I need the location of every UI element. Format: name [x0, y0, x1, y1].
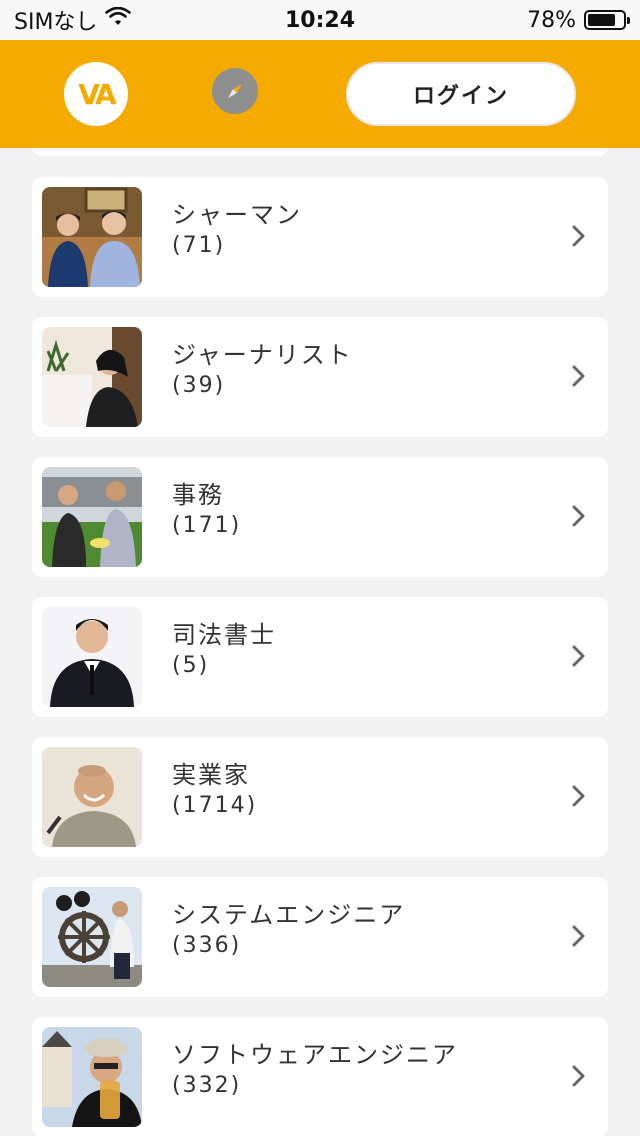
category-thumbnail: [42, 327, 142, 427]
category-thumbnail: [42, 747, 142, 847]
category-thumbnail: [42, 607, 142, 707]
category-thumbnail: [42, 467, 142, 567]
battery-fill: [588, 14, 615, 26]
category-card-3[interactable]: 司法書士 (5): [32, 597, 608, 717]
battery-nub: [627, 17, 630, 24]
chevron-right-icon: [572, 785, 585, 807]
wifi-icon: [105, 6, 132, 33]
category-count: (71): [172, 233, 226, 258]
status-left: SIMなし: [14, 4, 132, 36]
chevron-right-icon: [572, 1065, 585, 1087]
battery-icon: [584, 10, 630, 30]
category-name: 実業家: [172, 761, 250, 789]
category-thumbnail: [42, 187, 142, 287]
chevron-right-icon: [572, 505, 585, 527]
category-list: シャーマン (71) ジャーナリスト (39) 事務 (171) 司法書士 (5…: [0, 148, 640, 1136]
category-thumbnail: [42, 1027, 142, 1127]
status-right: 78%: [527, 7, 630, 33]
login-button[interactable]: ログイン: [346, 62, 576, 126]
category-count: (171): [172, 513, 242, 538]
chevron-right-icon: [572, 925, 585, 947]
category-card-2[interactable]: 事務 (171): [32, 457, 608, 577]
category-count: (39): [172, 373, 226, 398]
battery-percent: 78%: [527, 7, 576, 33]
status-bar: SIMなし 10:24 78%: [0, 0, 640, 40]
logo-text: VA: [78, 77, 116, 111]
category-thumbnail: [42, 887, 142, 987]
category-card-4[interactable]: 実業家 (1714): [32, 737, 608, 857]
chevron-right-icon: [572, 225, 585, 247]
chevron-right-icon: [572, 645, 585, 667]
category-count: (1714): [172, 793, 258, 818]
category-card-1[interactable]: ジャーナリスト (39): [32, 317, 608, 437]
category-card-0[interactable]: シャーマン (71): [32, 177, 608, 297]
compass-icon[interactable]: [212, 68, 258, 114]
category-count: (336): [172, 933, 242, 958]
carrier-label: SIMなし: [14, 10, 98, 35]
category-name: システムエンジニア: [172, 901, 406, 929]
category-name: シャーマン: [172, 201, 302, 229]
list-item-partial[interactable]: [32, 148, 608, 156]
app-header: VA ログイン: [0, 40, 640, 148]
category-name: 司法書士: [172, 621, 276, 649]
category-name: ジャーナリスト: [172, 341, 353, 369]
chevron-right-icon: [572, 365, 585, 387]
category-name: ソフトウェアエンジニア: [172, 1041, 458, 1069]
category-card-5[interactable]: システムエンジニア (336): [32, 877, 608, 997]
category-count: (332): [172, 1073, 242, 1098]
category-count: (5): [172, 653, 210, 678]
app-logo[interactable]: VA: [64, 62, 128, 126]
category-name: 事務: [172, 481, 224, 509]
category-card-6[interactable]: ソフトウェアエンジニア (332): [32, 1017, 608, 1136]
